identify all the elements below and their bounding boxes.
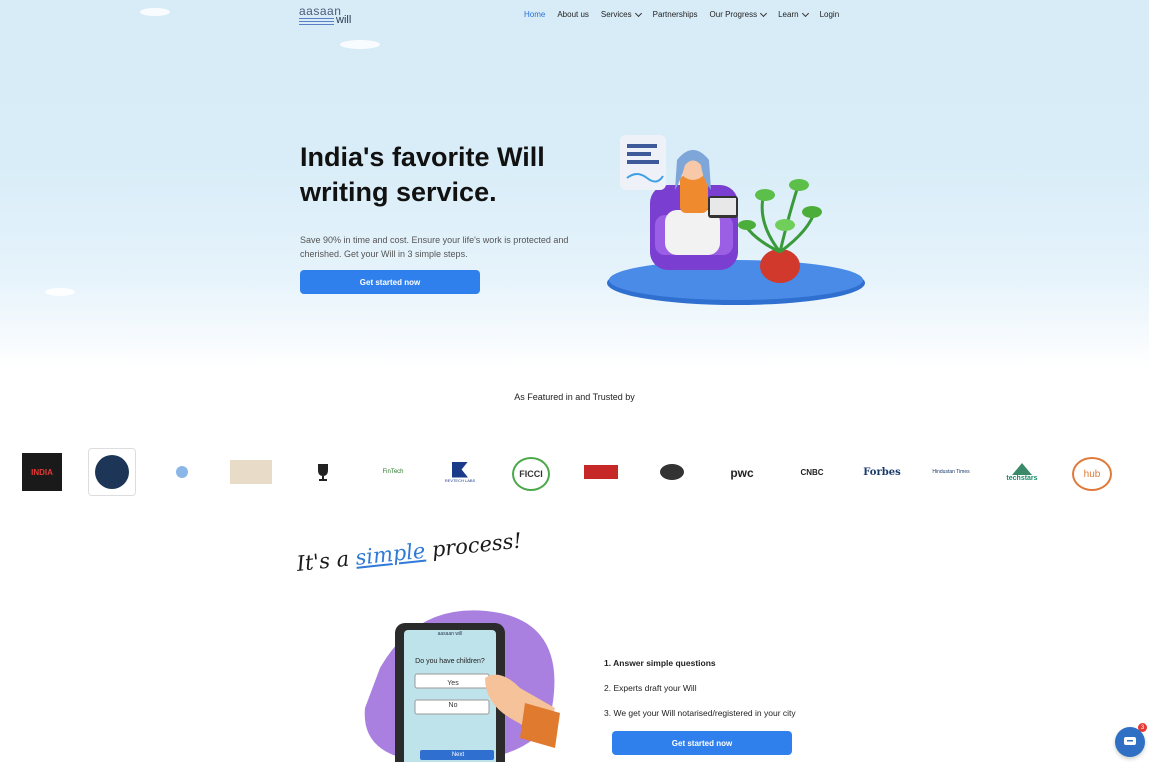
tablet-logo: aasaan will xyxy=(437,631,463,637)
cnbc-logo: CNBC xyxy=(800,467,824,477)
ficci-logo: FICCI xyxy=(512,457,550,491)
main-nav: Home About us Services Partnerships Our … xyxy=(524,9,851,19)
process-title: It's a simple process! xyxy=(295,528,523,576)
cloud xyxy=(140,8,170,16)
hindustan-times-logo: Hindustan Times xyxy=(932,469,970,475)
aasaan-will-logo[interactable]: aasaan will xyxy=(299,4,357,28)
tablet-yes-option: Yes xyxy=(447,680,459,687)
partner-logo xyxy=(88,448,136,496)
nav-login[interactable]: Login xyxy=(820,10,840,19)
nav-services[interactable]: Services xyxy=(601,9,642,19)
chevron-down-icon xyxy=(760,9,768,17)
nav-our-progress[interactable]: Our Progress xyxy=(710,9,768,19)
nav-learn[interactable]: Learn xyxy=(778,9,809,19)
get-started-button[interactable]: Get started now xyxy=(300,270,480,294)
award-logo xyxy=(230,460,272,484)
step-1: 1. Answer simple questions xyxy=(604,658,716,668)
step-3: 3. We get your Will notarised/registered… xyxy=(604,708,796,718)
cloud xyxy=(340,40,380,49)
forbes-logo: Forbes xyxy=(863,466,901,478)
thub-logo: hub xyxy=(1072,457,1112,491)
featured-heading: As Featured in and Trusted by xyxy=(514,392,635,402)
global-logo xyxy=(162,462,202,482)
nav-home[interactable]: Home xyxy=(524,10,545,19)
pwc-logo: pwc xyxy=(730,466,754,480)
fintech-logo: FinTech xyxy=(382,469,404,475)
chevron-down-icon xyxy=(801,9,809,17)
chat-icon xyxy=(1124,737,1136,745)
partner-logo-red xyxy=(584,465,618,479)
india-logo: INDIA xyxy=(22,453,62,491)
process-get-started-button[interactable]: Get started now xyxy=(612,731,792,755)
step-2: 2. Experts draft your Will xyxy=(604,683,697,693)
techstars-logo: techstars xyxy=(1002,457,1042,487)
process-steps: 1. Answer simple questions 2. Experts dr… xyxy=(604,658,796,733)
tablet-question: Do you have children? xyxy=(415,658,485,665)
nav-about-us[interactable]: About us xyxy=(557,10,589,19)
hero-subtitle: Save 90% in time and cost. Ensure your l… xyxy=(300,235,569,259)
nav-partnerships[interactable]: Partnerships xyxy=(653,10,698,19)
chat-badge: 3 xyxy=(1138,723,1147,732)
tablet-next-button: Next xyxy=(451,752,465,758)
cloud xyxy=(45,288,75,296)
tablet-no-option: No xyxy=(448,702,458,709)
hero-illustration xyxy=(607,135,865,305)
trophy-icon xyxy=(302,460,344,484)
chevron-down-icon xyxy=(634,9,642,17)
group-logo xyxy=(654,458,690,486)
revtech-logo: REVTECH LABS xyxy=(442,457,478,487)
hero-title: India's favorite Will writing service. xyxy=(300,142,545,207)
